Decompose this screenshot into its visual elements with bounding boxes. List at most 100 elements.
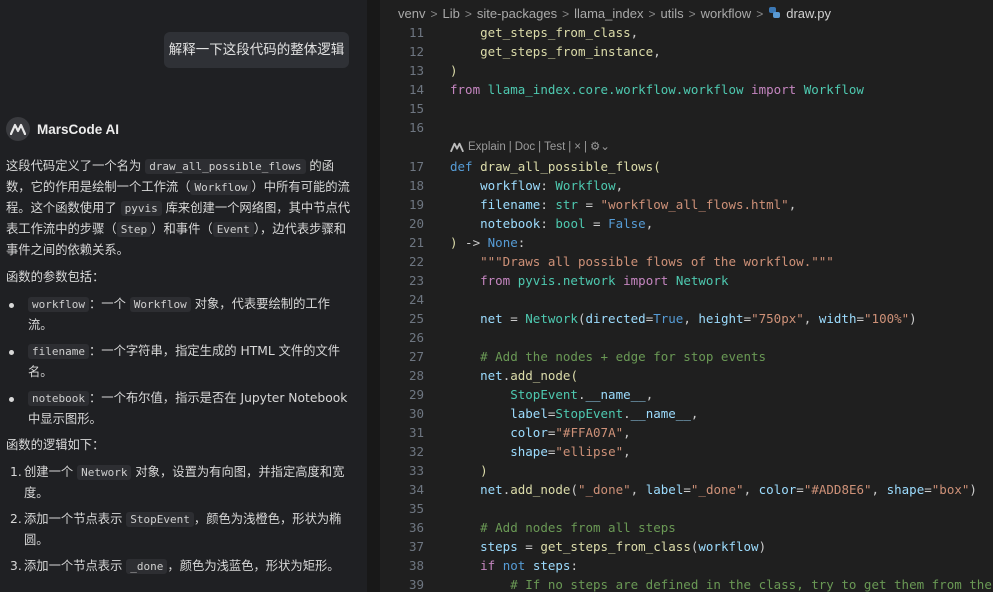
inline-code: StopEvent	[126, 512, 194, 527]
inline-code: Step	[116, 222, 152, 237]
line-number: 29	[408, 387, 424, 402]
list-number: 2.	[10, 512, 22, 526]
code-line: 26	[380, 328, 993, 347]
breadcrumb-item[interactable]: site-packages	[477, 6, 557, 21]
breadcrumb-item[interactable]: workflow	[701, 6, 752, 21]
code-line: 27 # Add the nodes + edge for stop event…	[380, 347, 993, 366]
line-number: 11	[408, 25, 424, 40]
explain-lens-button[interactable]: Explain	[468, 137, 506, 157]
line-number: 31	[408, 425, 424, 440]
code-lens-bar: Explain | Doc | Test | × | ⚙︎⌄	[380, 137, 993, 157]
breadcrumb-item[interactable]: utils	[660, 6, 683, 21]
line-number: 19	[408, 197, 424, 212]
line-number: 32	[408, 444, 424, 459]
inline-code: workflow	[28, 297, 89, 312]
close-lens-button[interactable]: ×	[574, 137, 581, 157]
chevron-right-icon: >	[430, 6, 438, 21]
inline-code: filename	[28, 344, 89, 359]
chat-panel: 解释一下这段代码的整体逻辑 MarsCode AI 这段代码定义了一个名为 dr…	[0, 0, 367, 592]
code-line: 16	[380, 118, 993, 137]
chevron-right-icon: >	[648, 6, 656, 21]
python-file-icon	[768, 6, 781, 22]
line-number: 22	[408, 254, 424, 269]
line-number: 33	[408, 463, 424, 478]
logic-heading: 函数的逻辑如下：	[6, 438, 105, 452]
code-line: 21) -> None:	[380, 233, 993, 252]
list-text: 添加一个节点表示	[24, 512, 127, 526]
line-number: 36	[408, 520, 424, 535]
list-text: ：一个	[88, 297, 130, 311]
code-line: 31 color="#FFA07A",	[380, 423, 993, 442]
inline-code: notebook	[28, 391, 89, 406]
line-number: 16	[408, 120, 424, 135]
line-number: 21	[408, 235, 424, 250]
intro-text: 这段代码定义了一个名为	[6, 159, 146, 173]
list-item: 1. 创建一个 Network 对象，设置为有向图，并指定高度和宽度。	[6, 462, 352, 504]
code-line: 20 notebook: bool = False,	[380, 214, 993, 233]
code-line: 36 # Add nodes from all steps	[380, 518, 993, 537]
code-line: 18 workflow: Workflow,	[380, 176, 993, 195]
inline-code: Workflow	[129, 297, 191, 312]
assistant-response: 这段代码定义了一个名为 draw_all_possible_flows 的函数，…	[6, 156, 352, 582]
line-number: 17	[408, 159, 424, 174]
line-number: 35	[408, 501, 424, 516]
marscode-logo-icon	[6, 117, 30, 141]
doc-lens-button[interactable]: Doc	[515, 137, 535, 157]
code-line: 25 net = Network(directed=True, height="…	[380, 309, 993, 328]
inline-code: Event	[212, 222, 254, 237]
panel-divider[interactable]	[367, 0, 380, 592]
line-number: 14	[408, 82, 424, 97]
list-number: 3.	[10, 559, 22, 573]
line-number: 34	[408, 482, 424, 497]
breadcrumb-item[interactable]: llama_index	[574, 6, 643, 21]
line-number: 13	[408, 63, 424, 78]
code-line: 23 from pyvis.network import Network	[380, 271, 993, 290]
lens-separator: |	[583, 141, 587, 153]
line-number: 25	[408, 311, 424, 326]
chevron-right-icon: >	[464, 6, 472, 21]
line-number: 24	[408, 292, 424, 307]
line-number: 20	[408, 216, 424, 231]
line-number: 15	[408, 101, 424, 116]
code-editor[interactable]: venv > Lib > site-packages > llama_index…	[380, 0, 993, 592]
list-text: 创建一个	[24, 465, 78, 479]
params-heading: 函数的参数包括：	[6, 270, 105, 284]
code-line: 13)	[380, 61, 993, 80]
lens-separator: |	[508, 141, 512, 153]
marscode-logo-icon	[450, 142, 464, 152]
inline-code: Network	[77, 465, 132, 480]
line-number: 37	[408, 539, 424, 554]
line-number: 27	[408, 349, 424, 364]
user-message-bubble: 解释一下这段代码的整体逻辑	[164, 32, 349, 68]
code-line: 32 shape="ellipse",	[380, 442, 993, 461]
assistant-name: MarsCode AI	[37, 121, 120, 137]
code-line: 37 steps = get_steps_from_class(workflow…	[380, 537, 993, 556]
list-item: filename ：一个字符串，指定生成的 HTML 文件的文件名。	[6, 341, 352, 383]
line-number: 28	[408, 368, 424, 383]
code-line: 19 filename: str = "workflow_all_flows.h…	[380, 195, 993, 214]
params-list: workflow ：一个 Workflow 对象，代表要绘制的工作流。 filen…	[6, 294, 352, 430]
list-item: workflow ：一个 Workflow 对象，代表要绘制的工作流。	[6, 294, 352, 336]
code-line: 34 net.add_node("_done", label="_done", …	[380, 480, 993, 499]
more-options-icon[interactable]: ⚙︎⌄	[590, 137, 610, 157]
line-number: 38	[408, 558, 424, 573]
breadcrumb-item[interactable]: venv	[398, 6, 425, 21]
code-line: 14 from llama_index.core.workflow.workflo…	[380, 80, 993, 99]
logic-steps-list: 1. 创建一个 Network 对象，设置为有向图，并指定高度和宽度。 2. 添加一…	[6, 462, 352, 577]
code-lines[interactable]: 11 get_steps_from_class, 12 get_steps_fr…	[380, 23, 993, 592]
breadcrumb-item[interactable]: draw.py	[786, 6, 831, 21]
test-lens-button[interactable]: Test	[544, 137, 565, 157]
inline-code: Workflow	[190, 180, 252, 195]
inline-code: pyvis	[120, 201, 162, 216]
code-line: 30 label=StopEvent.__name__,	[380, 404, 993, 423]
code-line: 22 """Draws all possible flows of the wo…	[380, 252, 993, 271]
code-line: 15	[380, 99, 993, 118]
code-line: 12 get_steps_from_instance,	[380, 42, 993, 61]
lens-separator: |	[538, 141, 542, 153]
code-line: 35	[380, 499, 993, 518]
code-line: 29 StopEvent.__name__,	[380, 385, 993, 404]
inline-code: _done	[126, 559, 168, 574]
list-item: 2. 添加一个节点表示 StopEvent ，颜色为浅橙色，形状为椭圆。	[6, 509, 352, 551]
code-line: 11 get_steps_from_class,	[380, 23, 993, 42]
breadcrumb-item[interactable]: Lib	[442, 6, 459, 21]
